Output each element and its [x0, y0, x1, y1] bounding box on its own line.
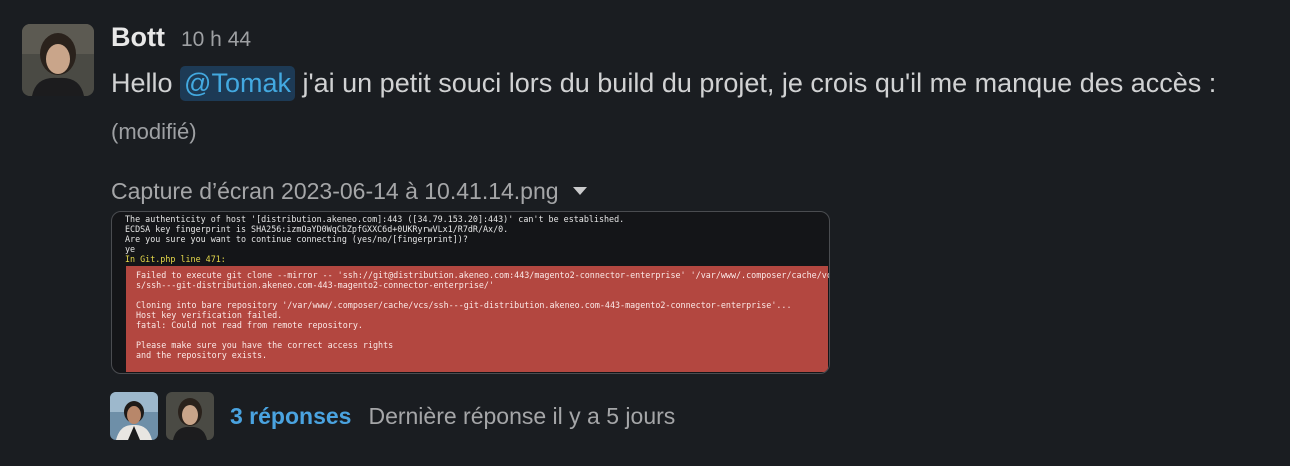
edited-label: (modifié): [111, 119, 197, 144]
reply-avatar: [166, 392, 214, 440]
error-line: and the repository exists.: [136, 350, 268, 360]
error-line: Host key verification failed.: [136, 310, 283, 320]
author-name[interactable]: Bott: [111, 22, 165, 53]
terminal-line: In Git.php line 471:: [125, 254, 226, 264]
error-line: Failed to execute git clone --mirror -- …: [136, 270, 830, 280]
thread-summary[interactable]: 3 réponses Dernière réponse il y a 5 jou…: [110, 392, 675, 440]
terminal-line: ye: [125, 244, 136, 254]
error-line: s/ssh---git-distribution.akeneo.com-443-…: [136, 280, 494, 290]
terminal-line: Are you sure you want to continue connec…: [125, 234, 468, 244]
reply-avatar: [110, 392, 158, 440]
terminal-output: The authenticity of host '[distribution.…: [125, 214, 624, 264]
message-header: Bott 10 h 44: [111, 22, 1261, 62]
error-line: Cloning into bare repository '/var/www/.…: [136, 300, 792, 310]
error-block: Failed to execute git clone --mirror -- …: [126, 266, 830, 372]
error-line: Please make sure you have the correct ac…: [136, 340, 394, 350]
text-before: Hello: [111, 68, 181, 98]
error-line: fatal: Could not read from remote reposi…: [136, 320, 363, 330]
message-content: Bott 10 h 44 Hello @Tomak j'ai un petit …: [111, 22, 1261, 207]
user-mention[interactable]: @Tomak: [180, 66, 295, 101]
text-after: j'ai un petit souci lors du build du pro…: [294, 68, 1217, 98]
attachment-image[interactable]: The authenticity of host '[distribution.…: [111, 211, 830, 374]
last-reply-time: Dernière réponse il y a 5 jours: [368, 402, 676, 429]
attachment-filename[interactable]: Capture d’écran 2023-06-14 à 10.41.14.pn…: [111, 178, 559, 205]
attachment-header[interactable]: Capture d’écran 2023-06-14 à 10.41.14.pn…: [111, 175, 1261, 207]
message-timestamp[interactable]: 10 h 44: [181, 28, 251, 52]
chevron-down-icon[interactable]: [572, 187, 587, 195]
message-text: Hello @Tomak j'ai un petit souci lors du…: [111, 60, 1261, 155]
terminal-line: The authenticity of host '[distribution.…: [125, 214, 625, 224]
reply-count-link[interactable]: 3 réponses: [230, 403, 351, 430]
terminal-line: ECDSA key fingerprint is SHA256:izmOaYD0…: [125, 224, 509, 234]
author-avatar[interactable]: [22, 24, 94, 96]
